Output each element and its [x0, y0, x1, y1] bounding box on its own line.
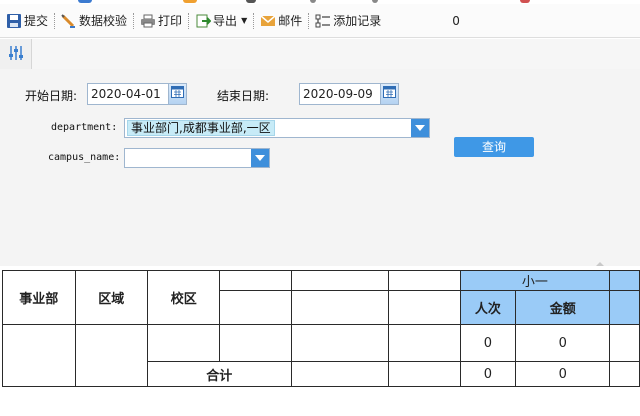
add-record-label: 添加记录	[333, 14, 382, 28]
total-count-cell: 0	[459, 361, 517, 387]
table-cell	[609, 290, 640, 325]
edge-fragment	[246, 0, 256, 3]
filter-form: 开始日期: 2020-04-01 结束日期: 2020-09-09 depart…	[0, 69, 640, 266]
campus-dropdown-button[interactable]	[251, 149, 269, 167]
edge-fragment	[78, 0, 92, 3]
add-record-icon	[315, 13, 331, 29]
chevron-down-icon	[255, 155, 265, 161]
department-chip[interactable]: 事业部门,成都事业部,一区	[127, 120, 275, 136]
table-cell	[388, 324, 461, 362]
calendar-icon	[171, 84, 184, 104]
header-region: 区域	[74, 270, 149, 325]
validate-button[interactable]: 数据校验	[58, 10, 130, 32]
department-select[interactable]: 事业部门,成都事业部,一区	[124, 118, 430, 138]
add-record-button[interactable]: 添加记录	[312, 10, 384, 32]
record-count: 0	[452, 13, 460, 28]
start-date-label: 开始日期:	[25, 89, 78, 103]
export-label: 导出	[213, 14, 238, 28]
pencil-check-icon	[61, 13, 77, 29]
chevron-down-icon: ▼	[241, 16, 248, 25]
end-date-calendar-button[interactable]	[380, 84, 398, 104]
query-button[interactable]: 查询	[454, 137, 534, 157]
edge-fragment	[183, 0, 197, 3]
row-count-cell: 0	[459, 324, 517, 362]
edge-fragment	[520, 0, 530, 3]
export-icon	[195, 13, 212, 29]
table-cell	[388, 290, 461, 325]
filter-bar	[0, 39, 640, 69]
validate-label: 数据校验	[79, 14, 128, 28]
start-date-value: 2020-04-01	[91, 87, 161, 101]
campus-name-label: campus_name:	[48, 152, 121, 163]
header-amount: 金额	[515, 290, 611, 325]
print-label: 打印	[158, 14, 183, 28]
row-amount-cell: 0	[515, 324, 611, 362]
print-button[interactable]: 打印	[137, 10, 185, 32]
table-cell	[74, 324, 149, 387]
table-row: 0 0	[2, 324, 640, 387]
report-area: 事业部 区域 校区 小一 人次 金额 0 0 合计 0 0	[0, 266, 640, 416]
calendar-icon	[383, 84, 396, 104]
table-cell	[219, 290, 292, 325]
total-label: 合计	[147, 361, 292, 387]
department-dropdown-button[interactable]	[411, 119, 429, 137]
department-label: department:	[51, 122, 118, 133]
start-date-calendar-button[interactable]	[168, 84, 186, 104]
edge-fragment	[310, 0, 316, 3]
toolbar-separator	[188, 12, 190, 29]
export-button[interactable]: 导出 ▼	[192, 10, 250, 32]
header-campus: 校区	[147, 270, 221, 325]
header-count: 人次	[459, 290, 517, 325]
table-cell	[609, 270, 640, 291]
mail-icon	[260, 13, 276, 29]
save-icon	[6, 13, 22, 29]
filter-toggle-button[interactable]	[0, 39, 32, 69]
printer-icon	[140, 13, 156, 29]
table-cell	[219, 270, 292, 291]
report-table: 事业部 区域 校区 小一 人次 金额 0 0 合计 0 0	[2, 270, 640, 387]
table-cell	[290, 361, 390, 387]
submit-button[interactable]: 提交	[3, 10, 51, 32]
table-cell	[609, 324, 640, 362]
submit-label: 提交	[24, 14, 49, 28]
header-group-xiaoyi: 小一	[459, 270, 611, 291]
start-date-input[interactable]: 2020-04-01	[87, 83, 187, 105]
toolbar-separator	[133, 12, 135, 29]
table-cell	[290, 324, 390, 362]
table-cell	[388, 270, 461, 291]
edge-fragment	[372, 0, 378, 3]
end-date-input[interactable]: 2020-09-09	[299, 83, 399, 105]
toolbar: 提交 数据校验 打印 导出 ▼ 邮件 添加记录 0	[0, 4, 640, 38]
toolbar-separator	[253, 12, 255, 29]
table-cell	[388, 361, 461, 387]
campus-name-select[interactable]	[124, 148, 270, 168]
toolbar-separator	[308, 12, 310, 29]
sliders-icon	[7, 44, 25, 65]
mail-button[interactable]: 邮件	[257, 10, 305, 32]
end-date-label: 结束日期:	[217, 89, 270, 103]
chevron-down-icon	[415, 125, 425, 131]
header-division: 事业部	[2, 270, 76, 325]
table-cell	[2, 324, 76, 387]
mail-label: 邮件	[278, 14, 303, 28]
table-cell	[290, 270, 390, 291]
table-cell	[219, 324, 292, 362]
total-amount-cell: 0	[515, 361, 611, 387]
end-date-value: 2020-09-09	[303, 87, 373, 101]
toolbar-separator	[54, 12, 56, 29]
table-cell	[290, 290, 390, 325]
table-cell	[609, 361, 640, 387]
table-cell	[147, 324, 221, 362]
